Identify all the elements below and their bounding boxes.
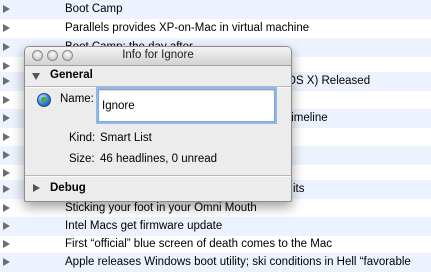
headline-title: timeline (288, 112, 328, 124)
panel-titlebar[interactable]: Info for Ignore (25, 47, 291, 66)
disclosure-triangle-icon[interactable] (3, 185, 10, 193)
list-item[interactable]: Intel Macs get firmware update (0, 217, 431, 236)
size-label: Size: (69, 153, 95, 165)
disclosure-triangle-icon[interactable] (3, 151, 10, 159)
kind-label: Kind: (69, 132, 96, 144)
panel-title: Info for Ignore (122, 49, 194, 61)
headline-title: Apple releases Windows boot utility; ski… (65, 256, 411, 268)
disclosure-triangle-icon[interactable] (3, 169, 10, 177)
general-section-header[interactable]: General (25, 66, 291, 86)
disclosure-triangle-icon[interactable] (3, 43, 10, 51)
headline-title: First “official” blue screen of death co… (65, 238, 332, 250)
divider (25, 86, 291, 88)
disclosure-triangle-icon[interactable] (3, 258, 10, 266)
triangle-down-icon[interactable] (32, 73, 40, 80)
headline-title: OS X) Released (287, 75, 371, 87)
disclosure-triangle-icon[interactable] (3, 96, 10, 104)
headline-title: Parallels provides XP-on-Mac in virtual … (65, 22, 310, 34)
debug-section-header[interactable]: Debug (25, 179, 291, 199)
debug-section-label: Debug (50, 182, 86, 194)
headline-title: its (293, 183, 305, 195)
list-item[interactable]: Apple releases Windows boot utility; ski… (0, 253, 431, 272)
divider (25, 175, 291, 177)
triangle-right-icon[interactable] (33, 184, 40, 192)
list-item[interactable]: Boot Camp (0, 0, 431, 19)
disclosure-triangle-icon[interactable] (3, 222, 10, 230)
disclosure-triangle-icon[interactable] (3, 62, 10, 70)
globe-icon (37, 93, 51, 107)
list-item[interactable]: First “official” blue screen of death co… (0, 235, 431, 254)
disclosure-triangle-icon[interactable] (3, 114, 10, 122)
disclosure-triangle-icon[interactable] (3, 240, 10, 248)
disclosure-triangle-icon[interactable] (3, 204, 10, 212)
kind-value: Smart List (100, 132, 152, 144)
disclosure-triangle-icon[interactable] (3, 77, 10, 85)
name-field[interactable] (98, 89, 275, 122)
headline-title: Sticking your foot in your Omni Mouth (65, 202, 257, 214)
name-label: Name: (60, 93, 94, 105)
info-panel: Info for Ignore General Name: Kind: Smar… (24, 46, 292, 202)
list-item[interactable]: Parallels provides XP-on-Mac in virtual … (0, 19, 431, 38)
disclosure-triangle-icon[interactable] (3, 24, 10, 32)
disclosure-triangle-icon[interactable] (3, 5, 10, 13)
general-section-label: General (50, 69, 93, 81)
disclosure-triangle-icon[interactable] (3, 133, 10, 141)
headline-title: Boot Camp (65, 3, 123, 15)
headline-title: Intel Macs get firmware update (65, 220, 223, 232)
size-value: 46 headlines, 0 unread (100, 153, 218, 165)
